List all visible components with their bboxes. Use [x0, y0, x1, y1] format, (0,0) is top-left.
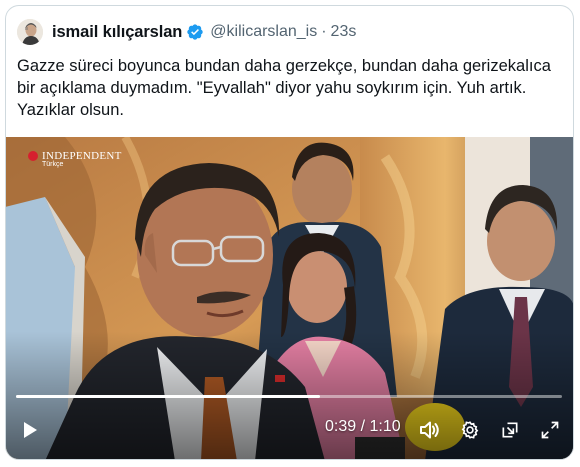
- independent-logo-icon: [28, 151, 38, 161]
- video-time-separator: /: [356, 418, 370, 435]
- volume-icon: [420, 421, 439, 439]
- verified-badge-icon: [187, 24, 203, 40]
- play-button[interactable]: [15, 412, 45, 448]
- avatar[interactable]: [17, 19, 43, 45]
- video-progress-fill: [16, 395, 321, 398]
- video-time-readout: 0:39 / 1:10: [325, 418, 401, 436]
- author-handle[interactable]: @kilicarslan_is: [210, 23, 317, 41]
- play-icon: [24, 422, 37, 438]
- tweet-text: Gazze süreci boyunca bundan daha gerzekç…: [17, 57, 551, 119]
- tweet-timestamp[interactable]: 23s: [331, 23, 357, 41]
- fullscreen-icon: [541, 421, 559, 439]
- tweet-header: ismail kılıçarslan @kilicarslan_is · 23s: [17, 19, 356, 45]
- fullscreen-button[interactable]: [535, 412, 565, 448]
- gear-icon: [461, 421, 479, 439]
- picture-in-picture-icon: [502, 422, 518, 438]
- video-current-time: 0:39: [325, 418, 357, 435]
- tweet-card[interactable]: ismail kılıçarslan @kilicarslan_is · 23s…: [5, 5, 574, 460]
- header-separator: ·: [321, 23, 327, 40]
- author-display-name[interactable]: ismail kılıçarslan: [52, 23, 182, 42]
- video-duration: 1:10: [369, 418, 401, 435]
- volume-button[interactable]: [415, 412, 445, 448]
- video-controls: 0:39 / 1:10: [6, 412, 573, 448]
- watermark-sub: Türkçe: [42, 161, 64, 168]
- independent-watermark: INDEPENDENT Türkçe: [28, 150, 122, 168]
- video-progress-bar[interactable]: [16, 395, 562, 398]
- video-player[interactable]: INDEPENDENT Türkçe 0:39 / 1:10: [6, 137, 573, 459]
- settings-button[interactable]: [455, 412, 485, 448]
- picture-in-picture-button[interactable]: [495, 412, 525, 448]
- avatar-image: [17, 19, 43, 45]
